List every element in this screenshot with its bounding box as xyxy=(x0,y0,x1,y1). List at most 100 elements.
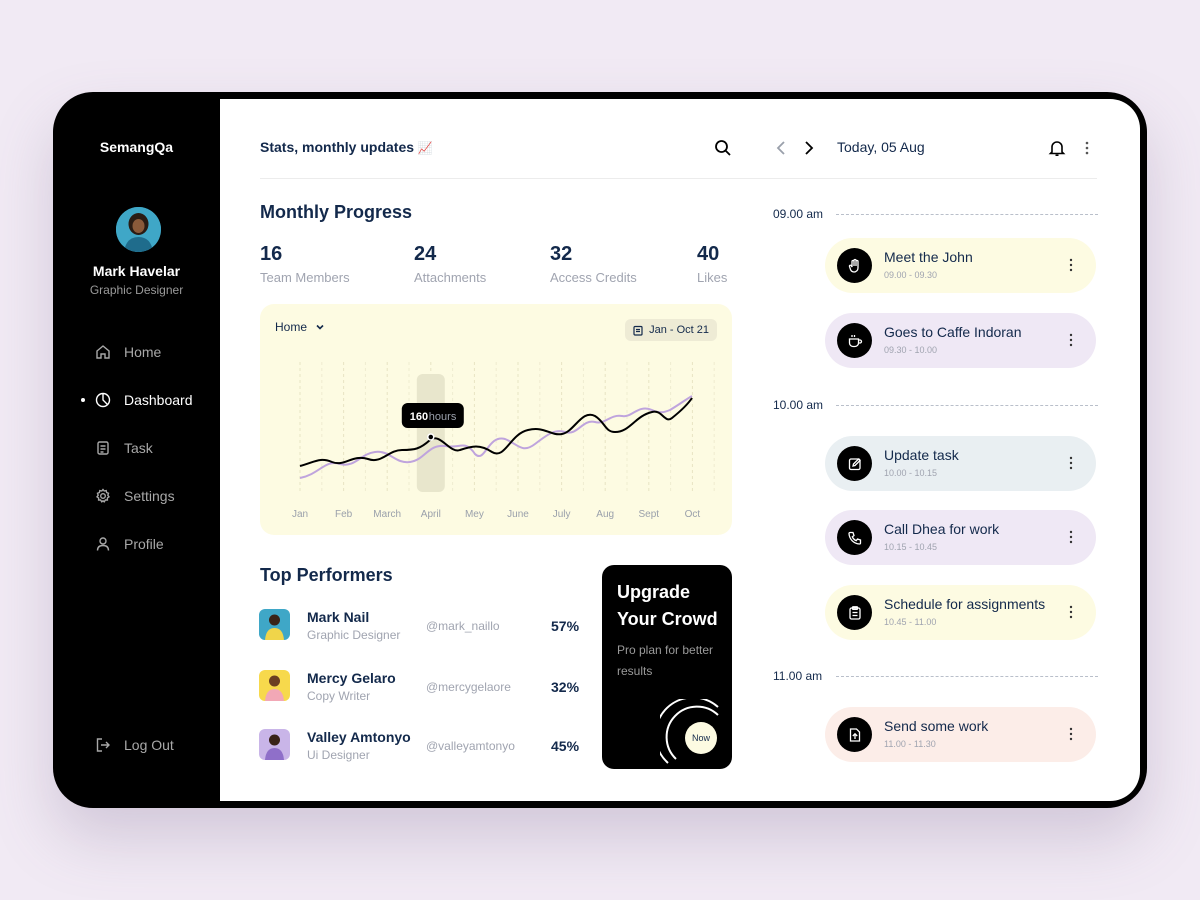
phone-icon xyxy=(837,520,872,555)
chart-x-label: Mey xyxy=(465,509,484,520)
sidebar-nav: Home Dashboard Task Settings Profile xyxy=(53,328,220,568)
stat-likes: 40 Likes xyxy=(697,243,727,285)
hand-icon xyxy=(837,248,872,283)
chart-filter-dropdown[interactable]: Home xyxy=(275,320,325,334)
chart-tooltip-value: 160 xyxy=(410,411,428,423)
performer-percent: 32% xyxy=(551,679,580,695)
time-slot: 09.00 am xyxy=(773,207,1098,221)
header-divider xyxy=(260,178,1097,179)
performer-avatar xyxy=(259,609,290,640)
stat-value: 40 xyxy=(697,243,720,265)
top-performers-title: Top Performers xyxy=(260,565,393,585)
stat-attachments: 24 Attachments xyxy=(414,243,486,285)
search-button[interactable] xyxy=(714,139,732,157)
upgrade-card: Upgrade Your Crowd Pro plan for better r… xyxy=(602,565,732,769)
sidebar: SemangQa Mark Havelar Graphic Designer H… xyxy=(53,99,220,801)
event-title: Goes to Caffe Indoran xyxy=(884,324,1022,340)
time-slot: 11.00 am xyxy=(773,669,1098,683)
event-time: 10.00 - 10.15 xyxy=(884,468,938,478)
more-vertical-icon[interactable] xyxy=(1068,455,1074,471)
upgrade-now-button[interactable]: Now xyxy=(685,722,717,754)
notifications-button[interactable] xyxy=(1048,139,1066,157)
chart-data-point xyxy=(427,433,435,441)
time-slot-label: 11.00 am xyxy=(773,669,823,683)
chart-highlight-bar xyxy=(416,374,445,492)
event-title: Call Dhea for work xyxy=(884,521,1000,537)
performer-handle: @mark_naillo xyxy=(426,619,500,633)
stat-value: 24 xyxy=(414,243,437,265)
stat-value: 32 xyxy=(550,243,573,265)
performer-role: Graphic Designer xyxy=(307,628,401,642)
stat-label: Likes xyxy=(697,270,728,285)
sidebar-item-label: Task xyxy=(124,440,153,456)
chart-x-label: July xyxy=(553,509,571,520)
chart-emoji-icon: 📈 xyxy=(417,141,433,155)
upgrade-title-line: Upgrade xyxy=(617,582,691,602)
time-slot-label: 10.00 am xyxy=(773,398,824,412)
event-card[interactable]: Call Dhea for work 10.15 - 10.45 xyxy=(825,510,1096,565)
more-options-button[interactable] xyxy=(1080,139,1094,157)
avatar[interactable] xyxy=(116,207,161,252)
page-title: Stats, monthly updates 📈 xyxy=(260,139,433,155)
more-vertical-icon[interactable] xyxy=(1068,332,1074,348)
sidebar-item-label: Profile xyxy=(124,536,164,552)
event-card[interactable]: Goes to Caffe Indoran 09.30 - 10.00 xyxy=(825,313,1096,368)
event-time: 09.00 - 09.30 xyxy=(884,270,938,280)
event-title: Schedule for assignments xyxy=(884,596,1046,612)
stat-team-members: 16 Team Members xyxy=(260,243,350,285)
performer-avatar xyxy=(259,729,290,760)
performer-row[interactable]: Mark Nail Graphic Designer @mark_naillo … xyxy=(259,609,589,645)
sidebar-item-profile[interactable]: Profile xyxy=(53,520,220,568)
sidebar-item-task[interactable]: Task xyxy=(53,424,220,472)
event-card[interactable]: Schedule for assignments 10.45 - 11.00 xyxy=(825,585,1096,640)
logout-icon xyxy=(95,737,111,753)
chart-x-label: Oct xyxy=(685,509,701,520)
event-time: 09.30 - 10.00 xyxy=(884,345,938,355)
more-vertical-icon[interactable] xyxy=(1068,257,1074,273)
logout-button[interactable]: Log Out xyxy=(53,735,220,755)
performer-handle: @mercygelaore xyxy=(426,680,511,694)
event-title: Update task xyxy=(884,447,959,463)
stat-access-credits: 32 Access Credits xyxy=(550,243,637,285)
time-slot-divider xyxy=(836,676,1098,677)
event-card[interactable]: Send some work 11.00 - 11.30 xyxy=(825,707,1096,762)
chart-tooltip-unit: hours xyxy=(429,411,457,423)
sidebar-item-home[interactable]: Home xyxy=(53,328,220,376)
performer-name: Valley Amtonyo xyxy=(307,729,411,745)
upgrade-title: Upgrade Your Crowd xyxy=(617,579,718,633)
event-title: Meet the John xyxy=(884,249,973,265)
sidebar-item-label: Settings xyxy=(124,488,175,504)
edit-icon xyxy=(837,446,872,481)
date-range-text: Jan - Oct 21 xyxy=(649,324,709,336)
next-day-button[interactable] xyxy=(800,139,816,157)
performer-row[interactable]: Valley Amtonyo Ui Designer @valleyamtony… xyxy=(259,729,589,765)
date-range-chip[interactable]: Jan - Oct 21 xyxy=(625,319,717,341)
time-slot-divider xyxy=(836,214,1098,215)
more-vertical-icon[interactable] xyxy=(1068,604,1074,620)
logout-label: Log Out xyxy=(124,737,174,753)
coffee-icon xyxy=(837,323,872,358)
progress-chart-card: Jan Feb March April Mey June July Aug Sept Oct 160… xyxy=(260,304,732,535)
chart-series-line xyxy=(299,397,693,467)
more-vertical-icon[interactable] xyxy=(1068,726,1074,742)
prev-day-button[interactable] xyxy=(774,139,790,157)
more-vertical-icon[interactable] xyxy=(1068,529,1074,545)
chart-filter-value: Home xyxy=(275,320,308,334)
performer-name: Mark Nail xyxy=(307,609,370,625)
sidebar-item-settings[interactable]: Settings xyxy=(53,472,220,520)
performer-avatar xyxy=(259,670,290,701)
chart-x-label: Sept xyxy=(639,509,660,520)
gear-icon xyxy=(95,488,111,504)
upgrade-subtitle: Pro plan for better results xyxy=(617,643,714,678)
main-panel: Stats, monthly updates 📈 Monthly Progres… xyxy=(220,99,1140,801)
performer-row[interactable]: Mercy Gelaro Copy Writer @mercygelaore 3… xyxy=(259,670,589,706)
search-icon xyxy=(715,140,731,156)
event-card[interactable]: Update task 10.00 - 10.15 xyxy=(825,436,1096,491)
more-vertical-icon xyxy=(1085,141,1089,155)
active-indicator xyxy=(81,398,85,402)
user-name: Mark Havelar xyxy=(92,263,181,279)
sidebar-item-dashboard[interactable]: Dashboard xyxy=(53,376,220,424)
brand-logo[interactable]: SemangQa xyxy=(53,139,220,155)
event-card[interactable]: Meet the John 09.00 - 09.30 xyxy=(825,238,1096,293)
bell-icon xyxy=(1048,141,1066,156)
